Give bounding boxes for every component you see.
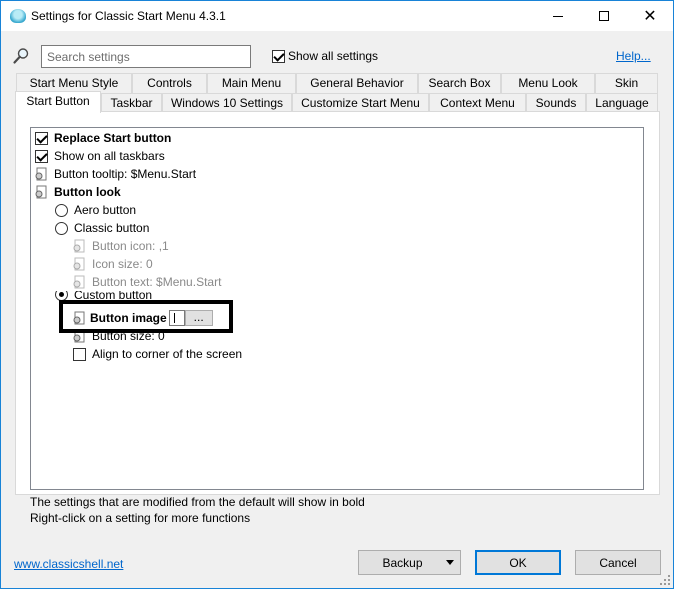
setting-icon-size[interactable]: Icon size: 0 xyxy=(72,255,153,273)
settings-doc-icon xyxy=(35,167,47,181)
window-title: Settings for Classic Start Menu 4.3.1 xyxy=(31,9,226,23)
custom-button-label: Custom button xyxy=(74,291,153,301)
tab-customize-start-menu[interactable]: Customize Start Menu xyxy=(292,93,429,113)
setting-classic-button[interactable]: Classic button xyxy=(55,219,149,237)
setting-button-size[interactable]: Button size: 0 xyxy=(72,327,165,345)
backup-button[interactable]: Backup xyxy=(358,550,461,575)
browse-button[interactable]: ... xyxy=(184,310,213,326)
tab-main-menu[interactable]: Main Menu xyxy=(207,73,296,93)
setting-aero-button[interactable]: Aero button xyxy=(55,201,136,219)
setting-align-corner[interactable]: Align to corner of the screen xyxy=(73,345,242,363)
setting-button-tooltip[interactable]: Button tooltip: $Menu.Start xyxy=(34,165,196,183)
maximize-button[interactable] xyxy=(581,1,627,31)
replace-start-label: Replace Start button xyxy=(54,131,172,145)
tab-controls[interactable]: Controls xyxy=(132,73,207,93)
tab-general-behavior[interactable]: General Behavior xyxy=(296,73,418,93)
button-size-label: Button size: 0 xyxy=(92,329,165,343)
settings-doc-icon xyxy=(73,311,85,325)
title-bar[interactable]: Settings for Classic Start Menu 4.3.1 ✕ xyxy=(1,1,673,31)
show-all-taskbars-label: Show on all taskbars xyxy=(54,149,165,163)
button-look-label: Button look xyxy=(54,185,121,199)
settings-tree[interactable]: Replace Start button Show on all taskbar… xyxy=(30,127,644,490)
backup-label: Backup xyxy=(382,555,423,570)
aero-button-label: Aero button xyxy=(74,203,137,217)
ok-button[interactable]: OK xyxy=(475,550,561,575)
website-link[interactable]: www.classicshell.net xyxy=(14,557,123,571)
close-button[interactable]: ✕ xyxy=(627,1,673,31)
tab-skin[interactable]: Skin xyxy=(595,73,658,93)
settings-doc-icon xyxy=(73,329,85,343)
setting-show-on-all-taskbars[interactable]: Show on all taskbars xyxy=(35,147,165,165)
align-corner-checkbox[interactable] xyxy=(73,347,86,361)
tab-sounds[interactable]: Sounds xyxy=(526,93,586,113)
info-bold-note: The settings that are modified from the … xyxy=(30,495,365,509)
tab-start-button[interactable]: Start Button xyxy=(15,91,101,113)
tab-windows-10-settings[interactable]: Windows 10 Settings xyxy=(162,93,292,113)
setting-custom-button[interactable]: Custom button xyxy=(55,291,152,301)
show-all-settings-label: Show all settings xyxy=(288,49,379,63)
help-link[interactable]: Help... xyxy=(616,49,651,63)
setting-button-look[interactable]: Button look xyxy=(34,183,121,201)
resize-grip-icon[interactable] xyxy=(659,574,671,586)
button-text-label: Button text: $Menu.Start xyxy=(92,275,222,289)
classic-button-radio[interactable] xyxy=(55,221,68,235)
setting-button-icon[interactable]: Button icon: ,1 xyxy=(72,237,169,255)
replace-start-checkbox[interactable] xyxy=(35,131,48,145)
settings-doc-icon xyxy=(73,239,85,253)
settings-doc-icon xyxy=(35,185,47,199)
icon-size-label: Icon size: 0 xyxy=(92,257,153,271)
tab-language[interactable]: Language xyxy=(586,93,658,113)
close-icon: ✕ xyxy=(643,6,657,25)
setting-button-text[interactable]: Button text: $Menu.Start xyxy=(72,273,221,291)
maximize-icon xyxy=(599,11,609,21)
setting-replace-start-button[interactable]: Replace Start button xyxy=(35,129,171,147)
button-icon-label: Button icon: ,1 xyxy=(92,239,169,253)
button-image-label: Button image xyxy=(90,311,167,325)
tab-taskbar[interactable]: Taskbar xyxy=(101,93,162,113)
minimize-button[interactable] xyxy=(535,1,581,31)
button-image-path-input[interactable] xyxy=(168,310,185,326)
settings-window: Settings for Classic Start Menu 4.3.1 ✕ … xyxy=(0,0,674,589)
settings-doc-icon xyxy=(73,275,85,289)
show-all-settings-checkbox[interactable] xyxy=(272,49,285,63)
show-all-taskbars-checkbox[interactable] xyxy=(35,149,48,163)
align-corner-label: Align to corner of the screen xyxy=(92,347,243,361)
classic-shell-app-icon xyxy=(10,9,26,23)
cancel-button[interactable]: Cancel xyxy=(575,550,661,575)
aero-button-radio[interactable] xyxy=(55,203,68,217)
search-input[interactable] xyxy=(41,45,251,68)
minimize-icon xyxy=(553,15,563,17)
setting-button-image[interactable]: Button image ... xyxy=(72,309,213,327)
classic-button-label: Classic button xyxy=(74,221,150,235)
tab-search-box[interactable]: Search Box xyxy=(418,73,501,93)
button-tooltip-label: Button tooltip: $Menu.Start xyxy=(54,167,197,181)
show-all-settings-toggle[interactable]: Show all settings xyxy=(272,49,378,63)
tab-start-menu-style[interactable]: Start Menu Style xyxy=(16,73,132,93)
search-icon xyxy=(13,48,29,64)
info-right-click-note: Right-click on a setting for more functi… xyxy=(30,511,251,525)
tab-context-menu[interactable]: Context Menu xyxy=(429,93,526,113)
tab-menu-look[interactable]: Menu Look xyxy=(501,73,595,93)
chevron-down-icon xyxy=(446,560,454,565)
settings-doc-icon xyxy=(73,257,85,271)
custom-button-radio[interactable] xyxy=(55,291,68,301)
